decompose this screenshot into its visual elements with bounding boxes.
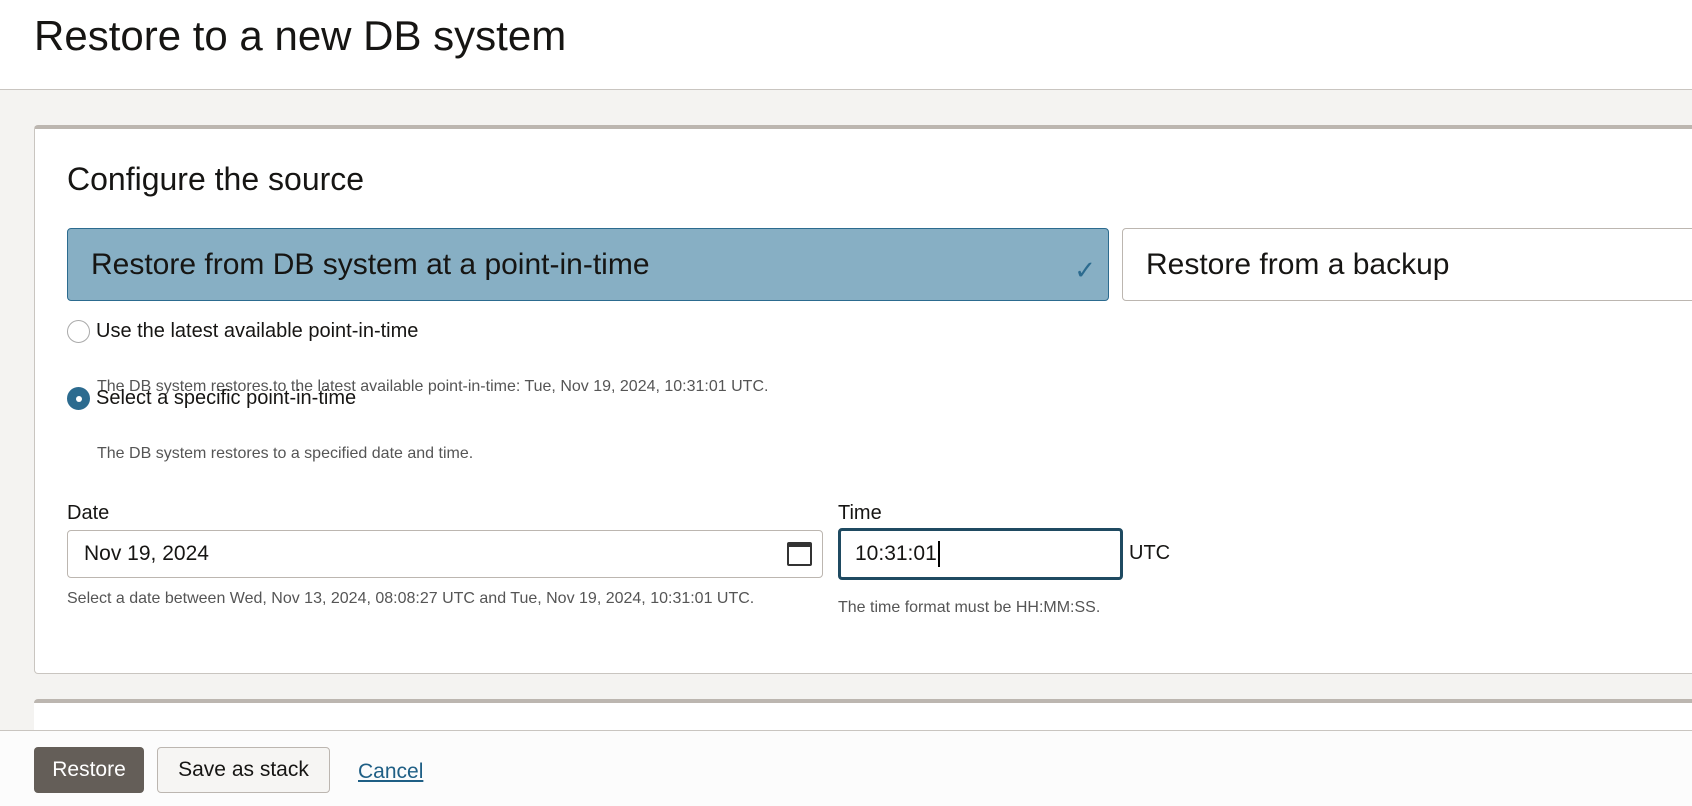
calendar-icon[interactable] [787,542,812,566]
time-label: Time [838,502,882,524]
save-as-stack-button[interactable]: Save as stack [157,747,330,793]
page-header: Restore to a new DB system [0,0,1692,90]
timezone-label: UTC [1129,542,1171,564]
cancel-link[interactable]: Cancel [358,760,423,784]
tile-from-backup[interactable]: Restore from a backup [1122,228,1692,301]
time-value: 10:31:01 [855,542,937,565]
time-help: The time format must be HH:MM:SS. [838,599,1101,616]
radio-button[interactable] [67,320,90,343]
tile-point-in-time[interactable]: Restore from DB system at a point-in-tim… [67,228,1109,301]
date-value: Nov 19, 2024 [84,542,209,565]
tile-label: Restore from DB system at a point-in-tim… [91,247,650,281]
page-title: Restore to a new DB system [34,12,567,59]
time-input[interactable]: 10:31:01 [838,528,1123,580]
tile-label: Restore from a backup [1146,247,1450,281]
checkmark-icon: ✓ [1074,255,1096,285]
restore-button[interactable]: Restore [34,747,144,793]
configure-source-card: Configure the source Restore from DB sys… [34,125,1692,674]
radio-latest-point-in-time[interactable]: Use the latest available point-in-time [67,320,418,343]
date-help: Select a date between Wed, Nov 13, 2024,… [67,590,755,607]
date-label: Date [67,502,110,524]
radio-button[interactable] [67,387,90,410]
section-title: Configure the source [67,161,365,197]
footer-actions: Restore Save as stack Cancel [0,730,1692,806]
radio-label: Use the latest available point-in-time [96,320,419,342]
radio-label: Select a specific point-in-time [96,387,357,409]
radio-specific-point-in-time[interactable]: Select a specific point-in-time [67,387,356,410]
radio-description: The DB system restores to a specified da… [97,445,474,462]
date-input[interactable]: Nov 19, 2024 [67,530,823,578]
